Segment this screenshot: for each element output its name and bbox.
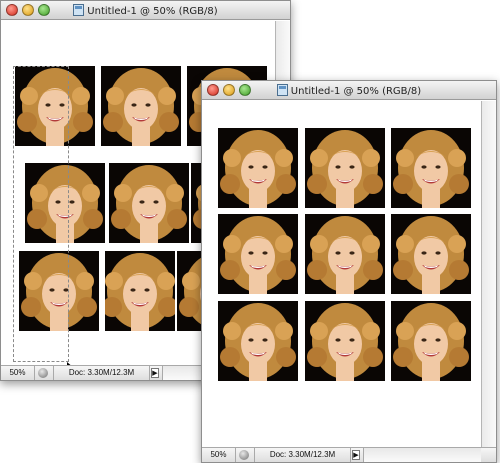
- status-arrow-icon[interactable]: ▶: [352, 450, 360, 460]
- window-title: Untitled-1 @ 50% (RGB/8): [202, 84, 496, 97]
- zoom-level[interactable]: 50%: [1, 366, 35, 380]
- window-title: Untitled-1 @ 50% (RGB/8): [1, 4, 290, 17]
- zoom-level[interactable]: 50%: [202, 448, 236, 462]
- document-icon: [73, 4, 85, 16]
- portrait-photo[interactable]: [391, 214, 471, 294]
- portrait-photo[interactable]: [109, 163, 189, 243]
- document-window-front[interactable]: Untitled-1 @ 50% (RGB/8) 50% Doc: 3.30M/…: [201, 80, 497, 463]
- portrait-photo[interactable]: [218, 301, 298, 381]
- vertical-scrollbar[interactable]: [481, 101, 496, 447]
- titlebar[interactable]: Untitled-1 @ 50% (RGB/8): [1, 1, 290, 20]
- status-menu-icon[interactable]: [38, 368, 48, 378]
- portrait-photo[interactable]: [391, 301, 471, 381]
- image-canvas[interactable]: [202, 101, 481, 447]
- document-icon: [276, 84, 288, 96]
- status-menu-icon[interactable]: [239, 450, 249, 460]
- portrait-photo[interactable]: [305, 301, 385, 381]
- selection-marquee: [13, 66, 69, 362]
- portrait-photo[interactable]: [305, 214, 385, 294]
- document-size: Doc: 3.30M/12.3M: [53, 366, 150, 380]
- portrait-photo[interactable]: [218, 214, 298, 294]
- portrait-photo[interactable]: [305, 128, 385, 208]
- portrait-photo[interactable]: [391, 128, 471, 208]
- status-arrow-icon[interactable]: ▶: [151, 368, 159, 378]
- portrait-photo[interactable]: [218, 128, 298, 208]
- horizontal-scrollbar[interactable]: [363, 448, 481, 462]
- portrait-photo[interactable]: [105, 251, 175, 331]
- status-bar: 50% Doc: 3.30M/12.3M ▶: [202, 447, 496, 462]
- portrait-photo[interactable]: [101, 66, 181, 146]
- document-size: Doc: 3.30M/12.3M: [254, 448, 351, 462]
- titlebar[interactable]: Untitled-1 @ 50% (RGB/8): [202, 81, 496, 100]
